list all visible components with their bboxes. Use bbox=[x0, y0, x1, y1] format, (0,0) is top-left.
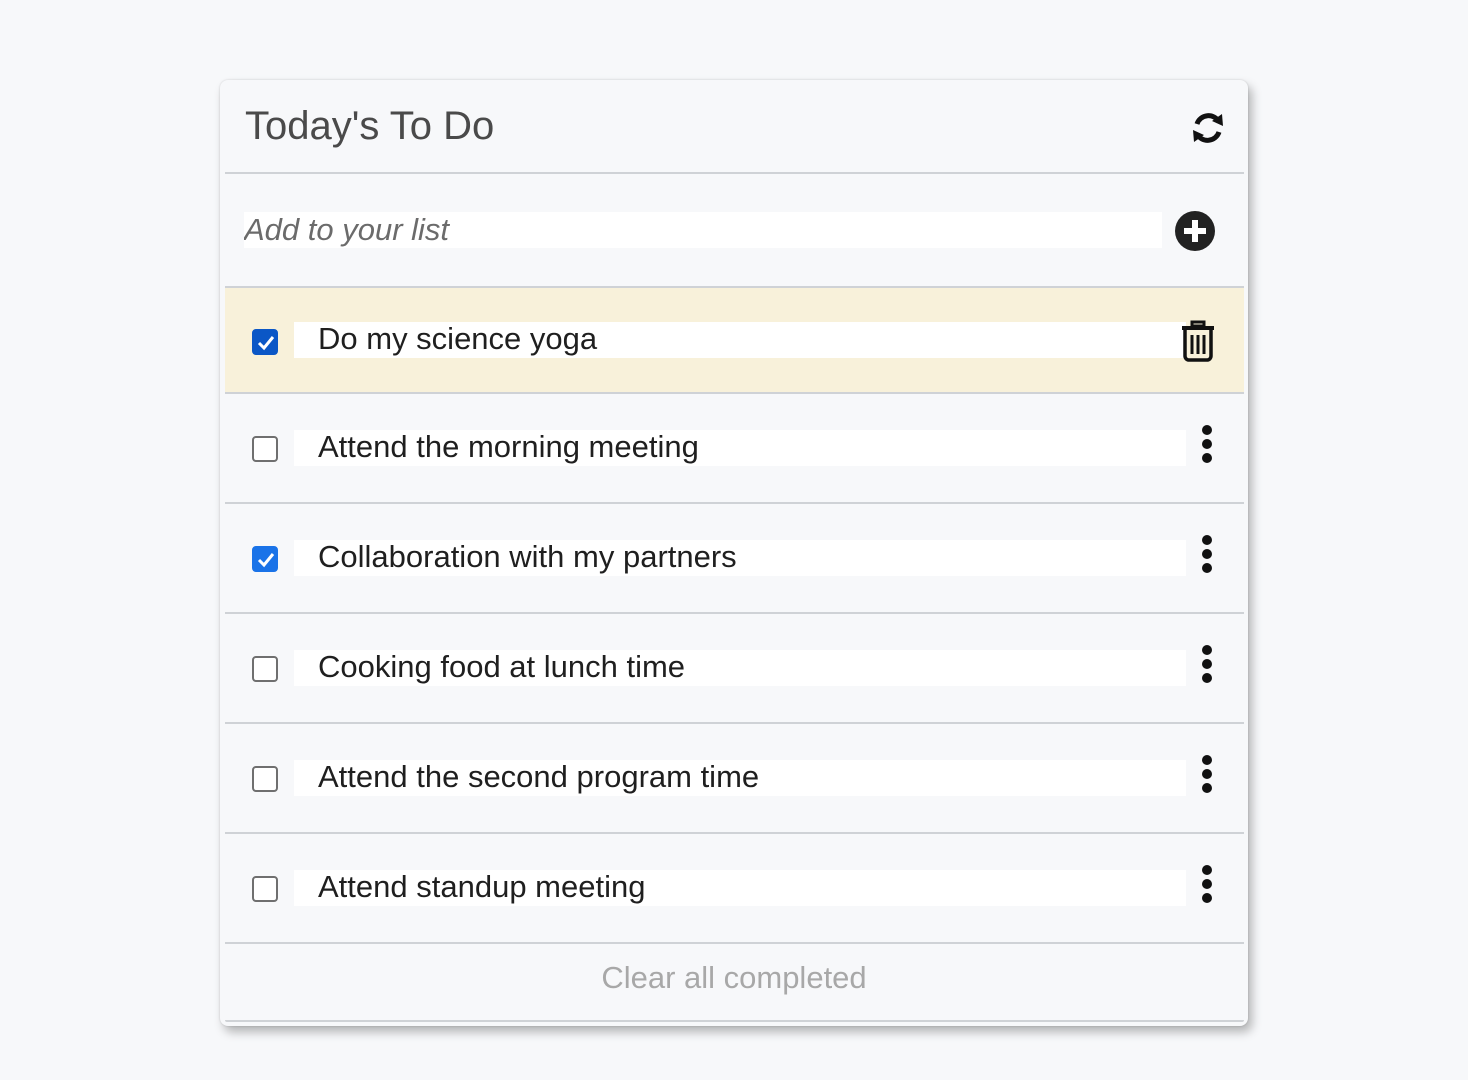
item-label[interactable]: Attend standup meeting bbox=[294, 870, 1186, 906]
item-checkbox[interactable] bbox=[252, 766, 278, 792]
list-item: Attend the second program time bbox=[225, 724, 1244, 832]
list-item: Cooking food at lunch time bbox=[225, 614, 1244, 722]
item-checkbox[interactable] bbox=[252, 546, 278, 572]
add-item-row bbox=[220, 174, 1248, 286]
card-header: Today's To Do bbox=[220, 80, 1248, 173]
check-icon bbox=[257, 553, 275, 568]
item-label[interactable]: Cooking food at lunch time bbox=[294, 650, 1186, 686]
more-vertical-icon[interactable] bbox=[1195, 534, 1219, 578]
item-label[interactable]: Do my science yoga bbox=[294, 322, 1186, 358]
item-checkbox[interactable] bbox=[252, 329, 278, 355]
item-label[interactable]: Attend the second program time bbox=[294, 760, 1186, 796]
item-checkbox[interactable] bbox=[252, 876, 278, 902]
list-item: Do my science yoga bbox=[225, 288, 1244, 392]
refresh-icon[interactable] bbox=[1188, 108, 1228, 148]
card-footer: Clear all completed bbox=[220, 944, 1248, 1020]
trash-icon[interactable] bbox=[1180, 318, 1216, 362]
more-vertical-icon[interactable] bbox=[1195, 644, 1219, 688]
item-label[interactable]: Attend the morning meeting bbox=[294, 430, 1186, 466]
footer-divider bbox=[225, 1020, 1244, 1022]
item-checkbox[interactable] bbox=[252, 656, 278, 682]
list-item: Collaboration with my partners bbox=[225, 504, 1244, 612]
page-title: Today's To Do bbox=[245, 104, 495, 148]
more-vertical-icon[interactable] bbox=[1195, 424, 1219, 468]
add-item-input[interactable] bbox=[244, 212, 1162, 248]
item-checkbox[interactable] bbox=[252, 436, 278, 462]
todo-card: Today's To Do Do my science yoga bbox=[220, 80, 1248, 1026]
list-item: Attend the morning meeting bbox=[225, 394, 1244, 502]
list-item: Attend standup meeting bbox=[225, 834, 1244, 942]
item-label[interactable]: Collaboration with my partners bbox=[294, 540, 1186, 576]
more-vertical-icon[interactable] bbox=[1195, 754, 1219, 798]
plus-circle-icon[interactable] bbox=[1174, 210, 1216, 252]
check-icon bbox=[257, 336, 275, 351]
clear-completed-button[interactable]: Clear all completed bbox=[220, 960, 1248, 996]
more-vertical-icon[interactable] bbox=[1195, 864, 1219, 908]
